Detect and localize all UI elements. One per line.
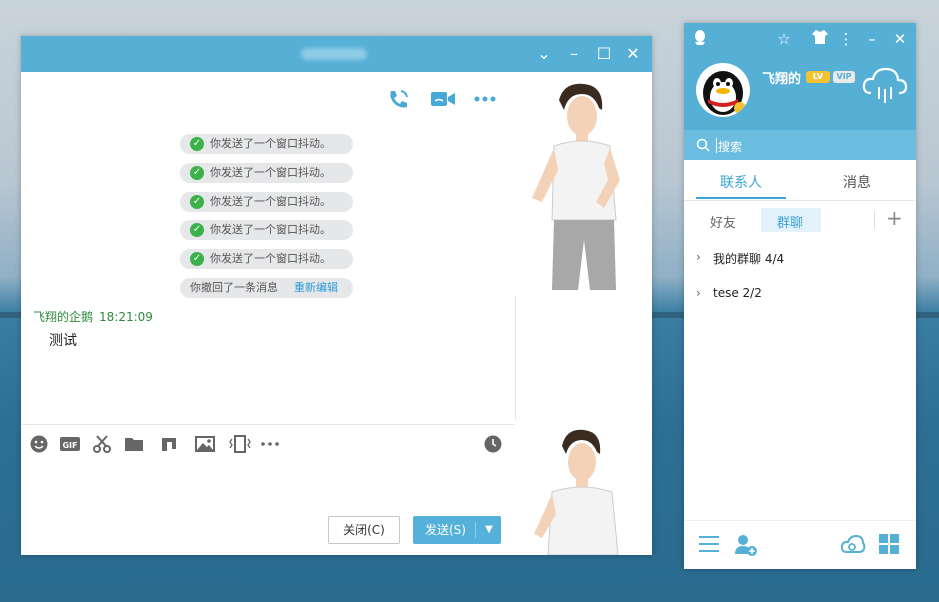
search-bar[interactable]: 搜索 (684, 130, 916, 160)
skin-icon[interactable] (810, 29, 830, 49)
gif-icon[interactable]: GIF (59, 434, 81, 454)
main-panel: ☆ ⋮ – ✕ 飞翔的 LV VIP 搜索 联系人 消息 好友 群聊 + › 我… (684, 23, 916, 569)
chevron-right-icon: › (696, 286, 701, 300)
self-show-avatar (524, 424, 634, 558)
shake-window-icon[interactable] (229, 434, 251, 454)
vip-badge[interactable]: VIP (833, 71, 855, 83)
divider (515, 296, 516, 420)
cloud-icon[interactable] (840, 533, 866, 557)
folder-icon[interactable] (124, 434, 146, 454)
search-icon (696, 138, 710, 155)
message-text: 测试 (49, 333, 77, 349)
maximize-icon[interactable]: ☐ (594, 44, 614, 64)
group-row[interactable]: › 我的群聊 4/4 (684, 246, 916, 270)
sender-name: 飞翔的企鹅 (33, 310, 94, 324)
chevron-down-icon[interactable]: ⌄ (534, 44, 554, 64)
recall-message: 你撤回了一条消息 重新编辑 (180, 278, 353, 298)
more-tools-icon[interactable] (259, 434, 281, 454)
system-message: ✓ 你发送了一个窗口抖动。 (180, 249, 353, 269)
check-icon: ✓ (190, 137, 204, 151)
chevron-down-icon[interactable]: ▼ (479, 516, 499, 544)
close-icon[interactable]: ✕ (623, 44, 643, 64)
message-sender: 飞翔的企鹅 18:21:09 (33, 308, 153, 325)
search-input[interactable]: 搜索 (718, 138, 742, 155)
minimize-icon[interactable]: – (564, 44, 584, 64)
tab-messages[interactable]: 消息 (843, 172, 871, 192)
divider (874, 211, 875, 229)
chat-title-bar[interactable]: ⌄ – ☐ ✕ (21, 36, 652, 72)
add-friend-icon[interactable] (734, 533, 758, 557)
send-label: 发送(S) (425, 523, 466, 537)
qq-logo-icon (690, 29, 710, 49)
divider (21, 424, 515, 425)
close-button[interactable]: 关闭(C) (328, 516, 400, 544)
system-message: ✓ 你发送了一个窗口抖动。 (180, 220, 353, 240)
more-icon[interactable] (473, 88, 499, 110)
image-icon[interactable] (195, 434, 217, 454)
add-icon[interactable]: + (886, 208, 903, 228)
main-menu-icon[interactable] (698, 533, 722, 557)
main-tabs: 联系人 消息 (684, 160, 916, 201)
subtab-groups[interactable]: 群聊 (777, 212, 803, 231)
star-icon[interactable]: ☆ (774, 29, 794, 49)
group-row[interactable]: › tese 2/2 (684, 282, 916, 306)
svg-text:GIF: GIF (62, 441, 77, 450)
menu-more-icon[interactable]: ⋮ (836, 29, 856, 49)
check-icon: ✓ (190, 252, 204, 266)
check-icon: ✓ (190, 195, 204, 209)
history-clock-icon[interactable] (483, 434, 505, 454)
nickname: 飞翔的 (762, 72, 802, 87)
chevron-right-icon: › (696, 250, 701, 264)
panel-header: ☆ ⋮ – ✕ 飞翔的 LV VIP (684, 23, 916, 130)
level-badge: LV (806, 71, 830, 83)
message-time: 18:21:09 (99, 310, 153, 324)
group-name: 我的群聊 4/4 (713, 252, 785, 266)
avatar[interactable] (696, 63, 750, 117)
system-message: ✓ 你发送了一个窗口抖动。 (180, 163, 353, 183)
divider (475, 522, 476, 538)
check-icon: ✓ (190, 166, 204, 180)
video-icon[interactable] (430, 88, 456, 110)
emoji-icon[interactable] (29, 434, 51, 454)
system-message: ✓ 你发送了一个窗口抖动。 (180, 134, 353, 154)
active-tab-indicator (696, 197, 786, 199)
contact-show-avatar (524, 80, 634, 303)
scissors-icon[interactable] (92, 434, 114, 454)
re-edit-link[interactable]: 重新编辑 (294, 278, 338, 298)
weather-cloud-icon[interactable] (860, 65, 910, 105)
text-caret (716, 138, 717, 153)
music-icon[interactable] (159, 434, 181, 454)
group-name: tese 2/2 (713, 286, 762, 300)
apps-grid-icon[interactable] (878, 533, 902, 557)
send-button[interactable]: 发送(S) ▼ (413, 516, 501, 544)
check-icon: ✓ (190, 223, 204, 237)
bottom-toolbar (684, 520, 916, 570)
minimize-icon[interactable]: – (862, 29, 882, 49)
subtab-friends[interactable]: 好友 (710, 212, 736, 231)
tab-contacts[interactable]: 联系人 (720, 172, 762, 192)
chat-window: ⌄ – ☐ ✕ ✓ 你发送了一个窗口抖动。 ✓ 你发送了一个窗口抖动。 ✓ 你发送了一… (21, 36, 652, 558)
blurred-contact-name (301, 48, 367, 60)
system-message: ✓ 你发送了一个窗口抖动。 (180, 192, 353, 212)
close-icon[interactable]: ✕ (890, 29, 910, 49)
phone-icon[interactable] (387, 88, 413, 110)
